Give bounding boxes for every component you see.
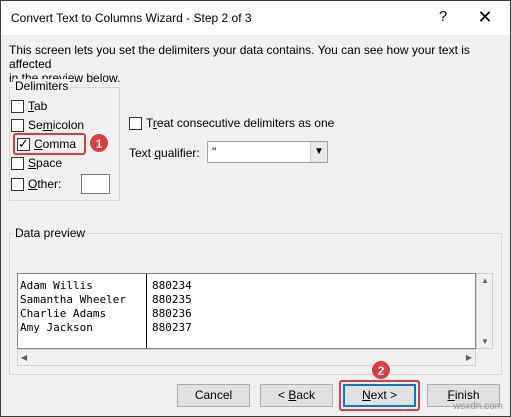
delimiters-label: Delimiters (13, 79, 71, 93)
space-checkbox[interactable] (11, 156, 24, 170)
other-checkbox-row[interactable]: Other: (11, 176, 61, 192)
consecutive-checkbox-row[interactable]: Treat consecutive delimiters as one (129, 115, 334, 131)
data-preview-area[interactable]: Adam Willis 880234 Samantha Wheeler 880235… (17, 273, 476, 349)
dialog-window: Convert Text to Columns Wizard - Step 2 … (0, 0, 511, 417)
step-2-badge: 2 (371, 360, 391, 380)
text-qualifier-select[interactable]: " ▼ (207, 141, 328, 163)
other-checkbox[interactable] (11, 177, 24, 191)
preview-horizontal-scrollbar[interactable]: ◀ ▶ (17, 349, 476, 366)
watermark: wsxdn.com (453, 401, 504, 412)
tab-checkbox-row[interactable]: Tab (11, 98, 47, 114)
title-bar: Convert Text to Columns Wizard - Step 2 … (1, 1, 510, 35)
close-icon[interactable]: ✕ (475, 7, 495, 27)
intro-line-2: in the preview below. (9, 71, 121, 85)
scroll-right-icon[interactable]: ▶ (466, 353, 472, 362)
scroll-up-icon[interactable]: ▲ (481, 276, 489, 285)
scroll-left-icon[interactable]: ◀ (21, 353, 27, 362)
back-button[interactable]: < Back (260, 384, 333, 407)
dialog-title: Convert Text to Columns Wizard - Step 2 … (11, 11, 252, 25)
next-highlight-annotation (339, 380, 420, 411)
column-separator[interactable] (146, 274, 147, 348)
step-1-badge: 1 (89, 133, 109, 153)
help-icon[interactable]: ? (433, 7, 453, 27)
intro-line-1: This screen lets you set the delimiters … (9, 43, 470, 71)
consecutive-checkbox[interactable] (129, 116, 142, 130)
cancel-button[interactable]: Cancel (177, 384, 250, 407)
other-delimiter-input[interactable] (81, 174, 110, 194)
tab-checkbox[interactable] (11, 99, 24, 113)
semicolon-checkbox-row[interactable]: Semicolon (11, 117, 84, 133)
data-preview-label: Data preview (13, 226, 88, 240)
semicolon-label: Semicolon (28, 118, 85, 132)
scroll-down-icon[interactable]: ▼ (481, 337, 489, 346)
chevron-down-icon[interactable]: ▼ (310, 142, 327, 162)
comma-highlight-annotation (13, 133, 86, 155)
text-qualifier-value: " (212, 145, 217, 159)
tab-label: Tab (28, 99, 48, 113)
other-label: Other: (28, 177, 62, 191)
intro-text: This screen lets you set the delimiters … (9, 43, 504, 85)
text-qualifier-label: Text qualifier: (129, 146, 200, 160)
semicolon-checkbox[interactable] (11, 118, 24, 132)
consecutive-label: Treat consecutive delimiters as one (146, 116, 335, 130)
space-checkbox-row[interactable]: Space (11, 155, 62, 171)
space-label: Space (28, 156, 63, 170)
preview-vertical-scrollbar[interactable]: ▲ ▼ (476, 273, 493, 349)
